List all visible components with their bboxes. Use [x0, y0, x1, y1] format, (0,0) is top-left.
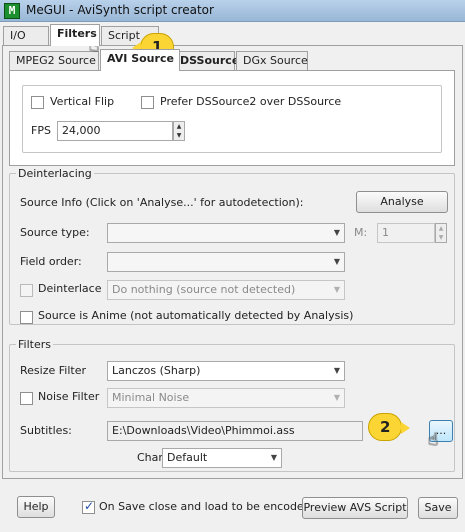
m-label: M: — [354, 226, 368, 239]
prefer-dssource2-label: Prefer DSSource2 over DSSource — [160, 95, 342, 108]
filters-group-label: Filters — [18, 338, 51, 351]
fps-label: FPS — [31, 124, 51, 137]
spin-up-icon[interactable]: ▲ — [436, 224, 446, 233]
spin-down-icon[interactable]: ▼ — [174, 131, 184, 140]
tab-dssource-label: DSSource — [180, 54, 240, 67]
on-save-checkbox[interactable] — [82, 499, 95, 514]
tab-avi-source[interactable]: AVI Source — [100, 49, 180, 71]
spin-down-icon[interactable]: ▼ — [436, 233, 446, 242]
source-is-anime-checkbox[interactable] — [20, 311, 33, 324]
tab-dgx-source-label: DGx Source — [243, 54, 308, 67]
resize-filter-dropdown[interactable]: Lanczos (Sharp) ▼ — [107, 361, 345, 381]
field-order-label: Field order: — [20, 255, 82, 268]
vertical-flip-label: Vertical Flip — [50, 95, 115, 108]
tab-filters-label: Filters — [57, 27, 97, 40]
preview-avs-script-button[interactable]: Preview AVS Script — [302, 497, 408, 519]
deinterlacing-group: Deinterlacing Source Info (Click on 'Ana… — [9, 167, 455, 325]
source-type-dropdown[interactable]: ▼ — [107, 223, 345, 243]
tab-filters[interactable]: Filters — [50, 24, 100, 46]
prefer-dssource2-checkbox[interactable] — [141, 96, 154, 109]
save-button[interactable]: Save — [418, 497, 458, 519]
analyse-button[interactable]: Analyse — [356, 191, 448, 213]
tab-dssource[interactable]: DSSource — [173, 51, 239, 71]
field-order-dropdown[interactable]: ▼ — [107, 252, 345, 272]
resize-filter-value: Lanczos (Sharp) — [112, 364, 201, 377]
callout-2: 2 — [368, 413, 411, 441]
source-type-label: Source type: — [20, 226, 90, 239]
deinterlacing-group-label: Deinterlacing — [18, 167, 92, 180]
chevron-down-icon: ▼ — [333, 228, 340, 237]
chevron-down-icon: ▼ — [270, 453, 277, 462]
deinterlace-checkbox[interactable] — [20, 284, 33, 297]
m-field[interactable]: 1 — [377, 223, 435, 243]
chevron-down-icon: ▼ — [333, 285, 340, 294]
tab-avi-source-label: AVI Source — [107, 52, 174, 65]
subtitles-label: Subtitles: — [20, 424, 72, 437]
spin-up-icon[interactable]: ▲ — [174, 122, 184, 131]
fps-field[interactable]: 24,000 — [57, 121, 173, 141]
on-save-label: On Save close and load to be encoded — [99, 500, 311, 513]
subtitles-path-field[interactable]: E:\Downloads\Video\Phimmoi.ass — [107, 421, 363, 441]
source-options-panel: Vertical Flip Prefer DSSource2 over DSSo… — [9, 70, 455, 166]
megui-app-icon: M — [4, 3, 20, 19]
tab-mpeg2-source[interactable]: MPEG2 Source — [9, 51, 99, 71]
tab-mpeg2-source-label: MPEG2 Source — [16, 54, 96, 67]
tab-script-label: Script — [108, 29, 140, 42]
tab-io-label: I/O — [10, 29, 26, 42]
deinterlace-value: Do nothing (source not detected) — [112, 283, 296, 296]
help-button[interactable]: Help — [17, 496, 55, 518]
tab-dgx-source[interactable]: DGx Source — [236, 51, 308, 71]
m-spinner[interactable]: ▲ ▼ — [435, 223, 447, 243]
filters-group: Filters Resize Filter Lanczos (Sharp) ▼ … — [9, 338, 455, 472]
noise-filter-label: Noise Filter — [38, 390, 100, 403]
charset-value: Default — [167, 451, 208, 464]
source-is-anime-label: Source is Anime (not automatically detec… — [38, 309, 354, 322]
deinterlace-label: Deinterlace — [38, 282, 102, 295]
noise-filter-value: Minimal Noise — [112, 391, 190, 404]
charset-dropdown[interactable]: Default ▼ — [162, 448, 282, 468]
script-creator-window: M MeGUI - AviSynth script creator I/O Fi… — [0, 0, 465, 532]
source-options-group: Vertical Flip Prefer DSSource2 over DSSo… — [22, 85, 442, 153]
deinterlace-dropdown[interactable]: Do nothing (source not detected) ▼ — [107, 280, 345, 300]
title-bar: M MeGUI - AviSynth script creator — [0, 0, 465, 22]
chevron-down-icon: ▼ — [333, 257, 340, 266]
fps-spinner[interactable]: ▲ ▼ — [173, 121, 185, 141]
resize-filter-label: Resize Filter — [20, 364, 86, 377]
source-info-label: Source Info (Click on 'Analyse...' for a… — [20, 196, 304, 209]
noise-filter-checkbox[interactable] — [20, 392, 33, 405]
hand-cursor-icon: ☝ — [428, 430, 439, 450]
chevron-down-icon: ▼ — [333, 393, 340, 402]
vertical-flip-checkbox[interactable] — [31, 96, 44, 109]
tab-io[interactable]: I/O — [3, 26, 49, 46]
noise-filter-dropdown[interactable]: Minimal Noise ▼ — [107, 388, 345, 408]
window-title: MeGUI - AviSynth script creator — [26, 3, 214, 17]
chevron-down-icon: ▼ — [333, 366, 340, 375]
